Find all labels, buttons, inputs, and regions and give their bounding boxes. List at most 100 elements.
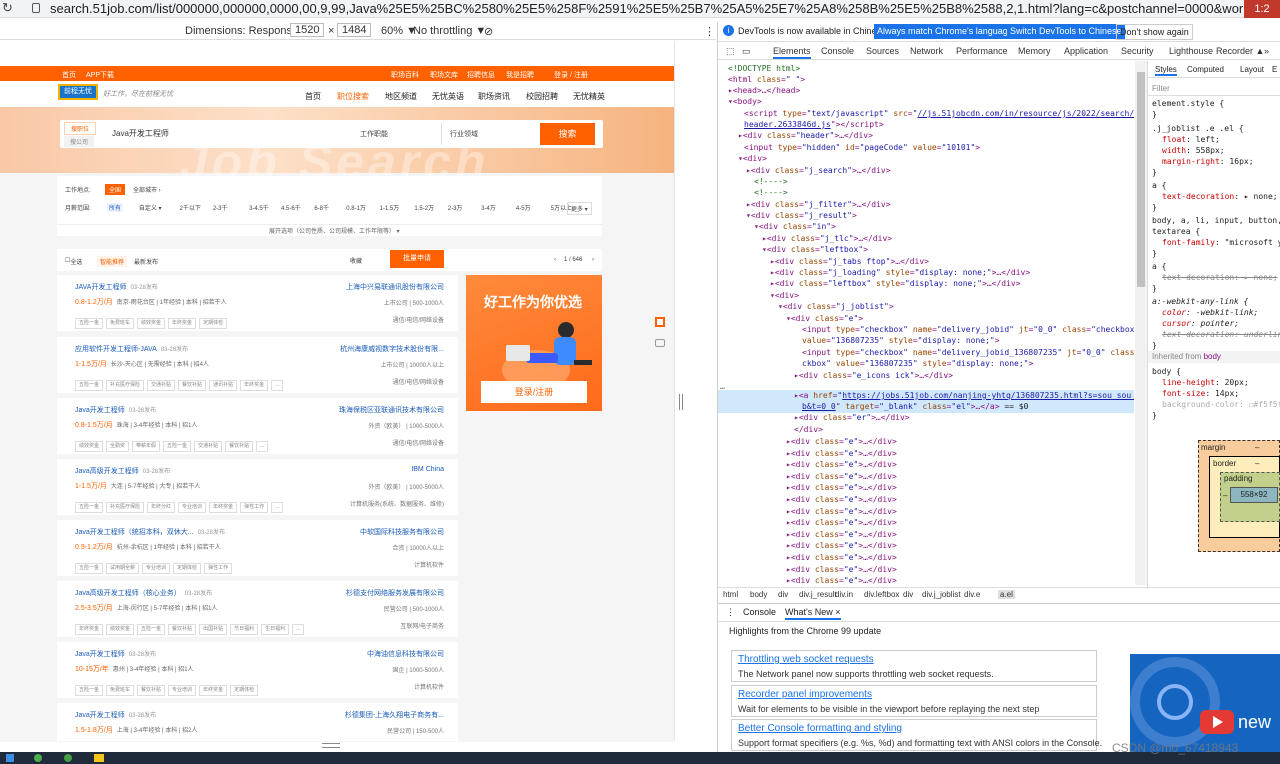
nav-elite[interactable]: 无忧精英 xyxy=(573,91,605,102)
breadcrumb-item[interactable]: div xyxy=(903,590,913,599)
breadcrumb-item[interactable]: div.j_result xyxy=(799,590,837,599)
company-name[interactable]: 杉德集团-上海久翔电子商务有... xyxy=(345,710,444,720)
job-title[interactable]: Java开发工程师 03-28发布 xyxy=(75,405,156,415)
salary-option[interactable]: 所有 xyxy=(107,203,124,212)
dom-line-selected[interactable]: ▸<a href="https://jobs.51job.com/nanjing… xyxy=(794,390,1134,401)
tab-sources[interactable]: Sources xyxy=(866,46,899,56)
job-title-text[interactable]: Java高级开发工程师（核心业务） xyxy=(75,590,181,597)
dom-line[interactable]: ▾<div class="in"> xyxy=(754,221,836,232)
breadcrumb-item[interactable]: div xyxy=(778,590,788,599)
job-title[interactable]: Java高级开发工程师（核心业务） 03-28发布 xyxy=(75,588,212,598)
salary-option[interactable]: 自定义 ▾ xyxy=(139,203,162,212)
style-prop[interactable]: text-decoration: ▸ none; xyxy=(1162,191,1278,202)
expand-options[interactable]: 展开选项（公司性质、公司规模、工作年限等） ▾ xyxy=(269,226,400,235)
dom-line[interactable]: ▸<div class="e">…</div> xyxy=(786,459,897,470)
job-title-text[interactable]: 应用软件开发工程师-JAVA xyxy=(75,346,157,353)
job-title-text[interactable]: Java开发工程师 xyxy=(75,407,125,414)
nav-campus[interactable]: 校园招聘 xyxy=(526,91,558,102)
dom-line[interactable]: ▸<div class="e">…</div> xyxy=(786,448,897,459)
drawer-tab-whats-new[interactable]: What's New × xyxy=(785,607,841,620)
tab-elements[interactable]: Elements xyxy=(773,46,811,59)
dom-line[interactable]: ▸<div class="er">…</div> xyxy=(794,412,910,423)
dom-line[interactable]: <input type="checkbox" name="delivery_jo… xyxy=(802,347,1134,358)
style-prop[interactable]: text-decoration: underline xyxy=(1162,329,1280,340)
dom-line[interactable]: ▸<head>…</head> xyxy=(728,85,800,96)
job-title-text[interactable]: Java开发工程师 xyxy=(75,651,125,658)
style-prop[interactable]: line-height: 20px; xyxy=(1162,377,1249,388)
company-name[interactable]: IBM China xyxy=(411,466,444,473)
style-prop[interactable]: cursor: pointer; xyxy=(1162,318,1239,329)
company-name[interactable]: 杉德支付网络服务发展有限公司 xyxy=(346,588,444,598)
devtools-more-icon[interactable]: » xyxy=(1264,46,1269,56)
topnav-wiki[interactable]: 职场百科 xyxy=(391,70,419,80)
style-prop[interactable]: font-family: "microsoft ya xyxy=(1162,237,1280,248)
nav-news[interactable]: 职场资讯 xyxy=(478,91,510,102)
job-card[interactable]: Java开发工程师 03-28发布 中海油信息科技有限公司 10-15万/年 惠州 | … xyxy=(57,642,458,698)
breadcrumb-item[interactable]: div.e xyxy=(964,590,980,599)
dom-line[interactable]: ▸<div class="e">…</div> xyxy=(786,471,897,482)
style-prop[interactable]: color: -webkit-link; xyxy=(1162,307,1258,318)
nav-region[interactable]: 地区频道 xyxy=(385,91,417,102)
dom-line[interactable]: ▸<div class="j_loading" style="display: … xyxy=(770,267,1030,278)
bottom-resize-handle[interactable] xyxy=(322,743,340,748)
dom-line[interactable]: ▸<div class="e_icons ick">…</div> xyxy=(794,370,953,381)
style-prop[interactable]: margin-right: 16px; xyxy=(1162,156,1254,167)
salary-option[interactable]: 1.5-2万 xyxy=(414,203,434,212)
filter-input[interactable]: Filter xyxy=(1152,83,1170,94)
batch-apply-button[interactable]: 批量申请 xyxy=(390,250,444,268)
job-title[interactable]: Java开发工程师（统招本科，双休大... 03-28发布 xyxy=(75,527,225,537)
tab-security[interactable]: Security xyxy=(1121,46,1154,56)
job-card[interactable]: Java开发工程师 03-28发布 杉德集团-上海久翔电子商务有... 1.5-1.8… xyxy=(57,703,458,741)
width-input[interactable]: 1520 xyxy=(290,23,324,37)
next-page-icon[interactable]: › xyxy=(592,257,594,263)
job-title[interactable]: Java开发工程师 03-28发布 xyxy=(75,649,156,659)
sort-smart[interactable]: 智能推荐 xyxy=(97,256,128,267)
dom-line[interactable]: ▸<div class="leftbox" style="display: no… xyxy=(770,278,1021,289)
dom-line[interactable]: ▸<div class="e">…</div> xyxy=(786,540,897,551)
breadcrumb-item[interactable]: a.el xyxy=(998,590,1015,599)
tab-search-company[interactable]: 搜公司 xyxy=(64,136,95,147)
tab-network[interactable]: Network xyxy=(910,46,943,56)
job-title-text[interactable]: JAVA开发工程师 xyxy=(75,284,126,291)
dom-line[interactable]: ▾<div class="leftbox"> xyxy=(762,244,868,255)
industry-select[interactable]: 行业领域 xyxy=(450,129,478,139)
dom-line[interactable]: ▸<div class="j_search">…</div> xyxy=(746,165,891,176)
ad-login-button[interactable]: 登录/注册 xyxy=(481,381,587,403)
card-title-link[interactable]: Recorder panel improvements xyxy=(738,689,872,700)
job-card[interactable]: Java开发工程师（统招本科，双休大... 03-28发布 中软国际科技服务有限公司… xyxy=(57,520,458,576)
dom-line[interactable]: ▾<div class="j_joblist"> xyxy=(778,301,894,312)
job-title[interactable]: JAVA开发工程师 03-28发布 xyxy=(75,282,158,292)
more-icon[interactable]: ⋮ xyxy=(704,25,715,38)
tab-console[interactable]: Console xyxy=(821,46,854,56)
dom-line[interactable]: value="136807235" style="display: none;"… xyxy=(802,335,1000,346)
dom-line[interactable]: ▾<body> xyxy=(728,96,762,107)
salary-option[interactable]: 2-3万 xyxy=(448,203,463,212)
sort-latest[interactable]: 最新发布 xyxy=(134,257,158,266)
breadcrumb-item[interactable]: body xyxy=(750,590,767,599)
tab-layout[interactable]: Layout xyxy=(1240,65,1264,74)
salary-option[interactable]: 2千以下 xyxy=(180,203,201,212)
style-prop[interactable]: float: left; xyxy=(1162,134,1220,145)
style-prop[interactable]: text-decoration: ▸ none; xyxy=(1162,272,1278,283)
dom-line[interactable]: ckbox" value="136807235" style="display:… xyxy=(802,358,1033,369)
salary-option[interactable]: 4-5万 xyxy=(516,203,531,212)
folder-taskbar-icon[interactable] xyxy=(94,754,104,762)
topnav-recruit[interactable]: 我是招聘 xyxy=(506,70,534,80)
tab-performance[interactable]: Performance xyxy=(956,46,1008,56)
topnav-info[interactable]: 招聘信息 xyxy=(467,70,495,80)
nav-home[interactable]: 首页 xyxy=(305,91,321,102)
app-taskbar-icon[interactable] xyxy=(64,754,72,762)
inspect-icon[interactable]: ⬚ xyxy=(726,46,735,57)
dom-line[interactable]: ▸<div class="e">…</div> xyxy=(786,517,897,528)
category-select[interactable]: 工作职能 xyxy=(360,129,388,139)
dom-line[interactable]: ▸<div class="j_tabs ftop">…</div> xyxy=(770,256,929,267)
company-name[interactable]: 中海油信息科技有限公司 xyxy=(367,649,444,659)
prev-page-icon[interactable]: ‹ xyxy=(554,257,556,263)
device-icon[interactable]: ▭ xyxy=(742,46,751,57)
salary-option[interactable]: 2-3千 xyxy=(213,203,228,212)
style-prop[interactable]: width: 558px; xyxy=(1162,145,1225,156)
salary-option[interactable]: 6-8千 xyxy=(314,203,329,212)
tab-search-job[interactable]: 搜职位 xyxy=(64,122,97,135)
drawer-menu-icon[interactable]: ⋮ xyxy=(726,607,735,618)
tab-recorder[interactable]: Recorder ▲ xyxy=(1216,46,1264,56)
